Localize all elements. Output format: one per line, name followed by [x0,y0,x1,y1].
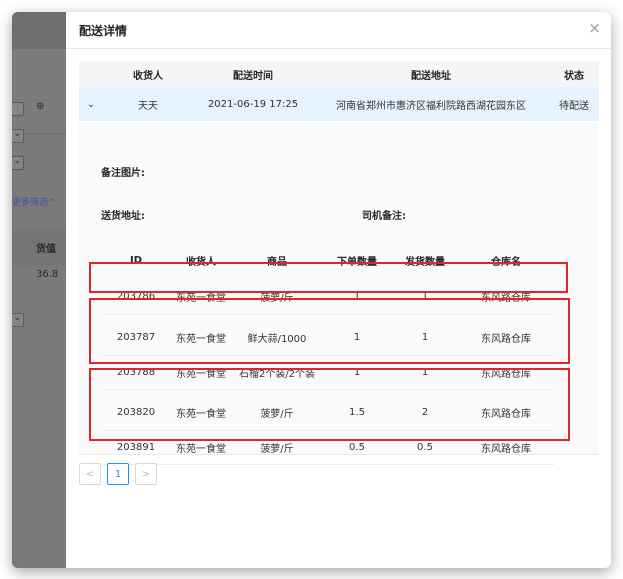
address-cell: 河南省郑州市惠济区福利院路西湖花园东区 [313,87,549,121]
note-image-label: 备注图片: [101,168,145,179]
background-date-box[interactable] [12,102,24,116]
column-header: 收货人 [103,61,193,87]
background-select-1[interactable]: ⌄ [12,129,24,143]
background-cell-value: 36.8 [36,269,59,280]
page-1-button[interactable]: 1 [107,463,129,485]
chevron-down-icon[interactable]: ⌄ [87,99,95,110]
delivery-detail-modal: 配送详情 × 收货人 配送时间 配送地址 状态 ⌄ 天天 2021-06-19 … [66,12,611,568]
expand-column-header [79,61,103,87]
driver-note-label: 司机备注: [362,211,406,222]
close-icon[interactable]: × [588,19,601,37]
background-plus-icon[interactable]: ⊕ [36,101,44,112]
highlight-box [89,262,568,293]
delivery-address-label: 送货地址: [101,211,145,222]
expand-toggle[interactable]: ⌄ [79,87,103,121]
modal-header: 配送详情 × [66,12,611,49]
next-page-button[interactable]: > [135,463,157,485]
more-filters-link[interactable]: 更多筛选^ [12,195,56,208]
highlight-box [89,368,570,441]
background-select-2[interactable]: ⌄ [12,156,24,170]
pagination: < 1 > [79,463,157,485]
chevron-down-icon: ⌄ [13,156,21,166]
chevron-down-icon: ⌄ [13,313,21,323]
receiver-cell: 天天 [103,87,193,121]
chevron-down-icon: ⌄ [13,129,21,139]
status-cell: 待配送 [549,87,599,121]
window: ⊕ ⌄ ⌄ 更多筛选^ 货值 36.8 ⌄ 配送详情 × 收货人 配送时间 配送… [12,12,611,568]
background-column-header: 货值 [36,244,56,255]
highlight-box [89,298,570,364]
time-cell: 2021-06-19 17:25 [193,87,313,121]
prev-page-button[interactable]: < [79,463,101,485]
background-header [12,12,66,49]
delivery-table-header: 收货人 配送时间 配送地址 状态 [79,61,599,87]
column-header: 状态 [549,61,599,87]
background-filter-area [12,49,66,134]
background-page: ⊕ ⌄ ⌄ 更多筛选^ 货值 36.8 ⌄ [12,12,66,568]
column-header: 配送时间 [193,61,313,87]
column-header: 配送地址 [313,61,549,87]
table-row[interactable]: ⌄ 天天 2021-06-19 17:25 河南省郑州市惠济区福利院路西湖花园东… [79,87,599,121]
delivery-table: 收货人 配送时间 配送地址 状态 ⌄ 天天 2021-06-19 17:25 河… [79,61,599,121]
modal-title: 配送详情 [79,24,128,38]
background-page-size-select[interactable]: ⌄ [12,313,24,327]
